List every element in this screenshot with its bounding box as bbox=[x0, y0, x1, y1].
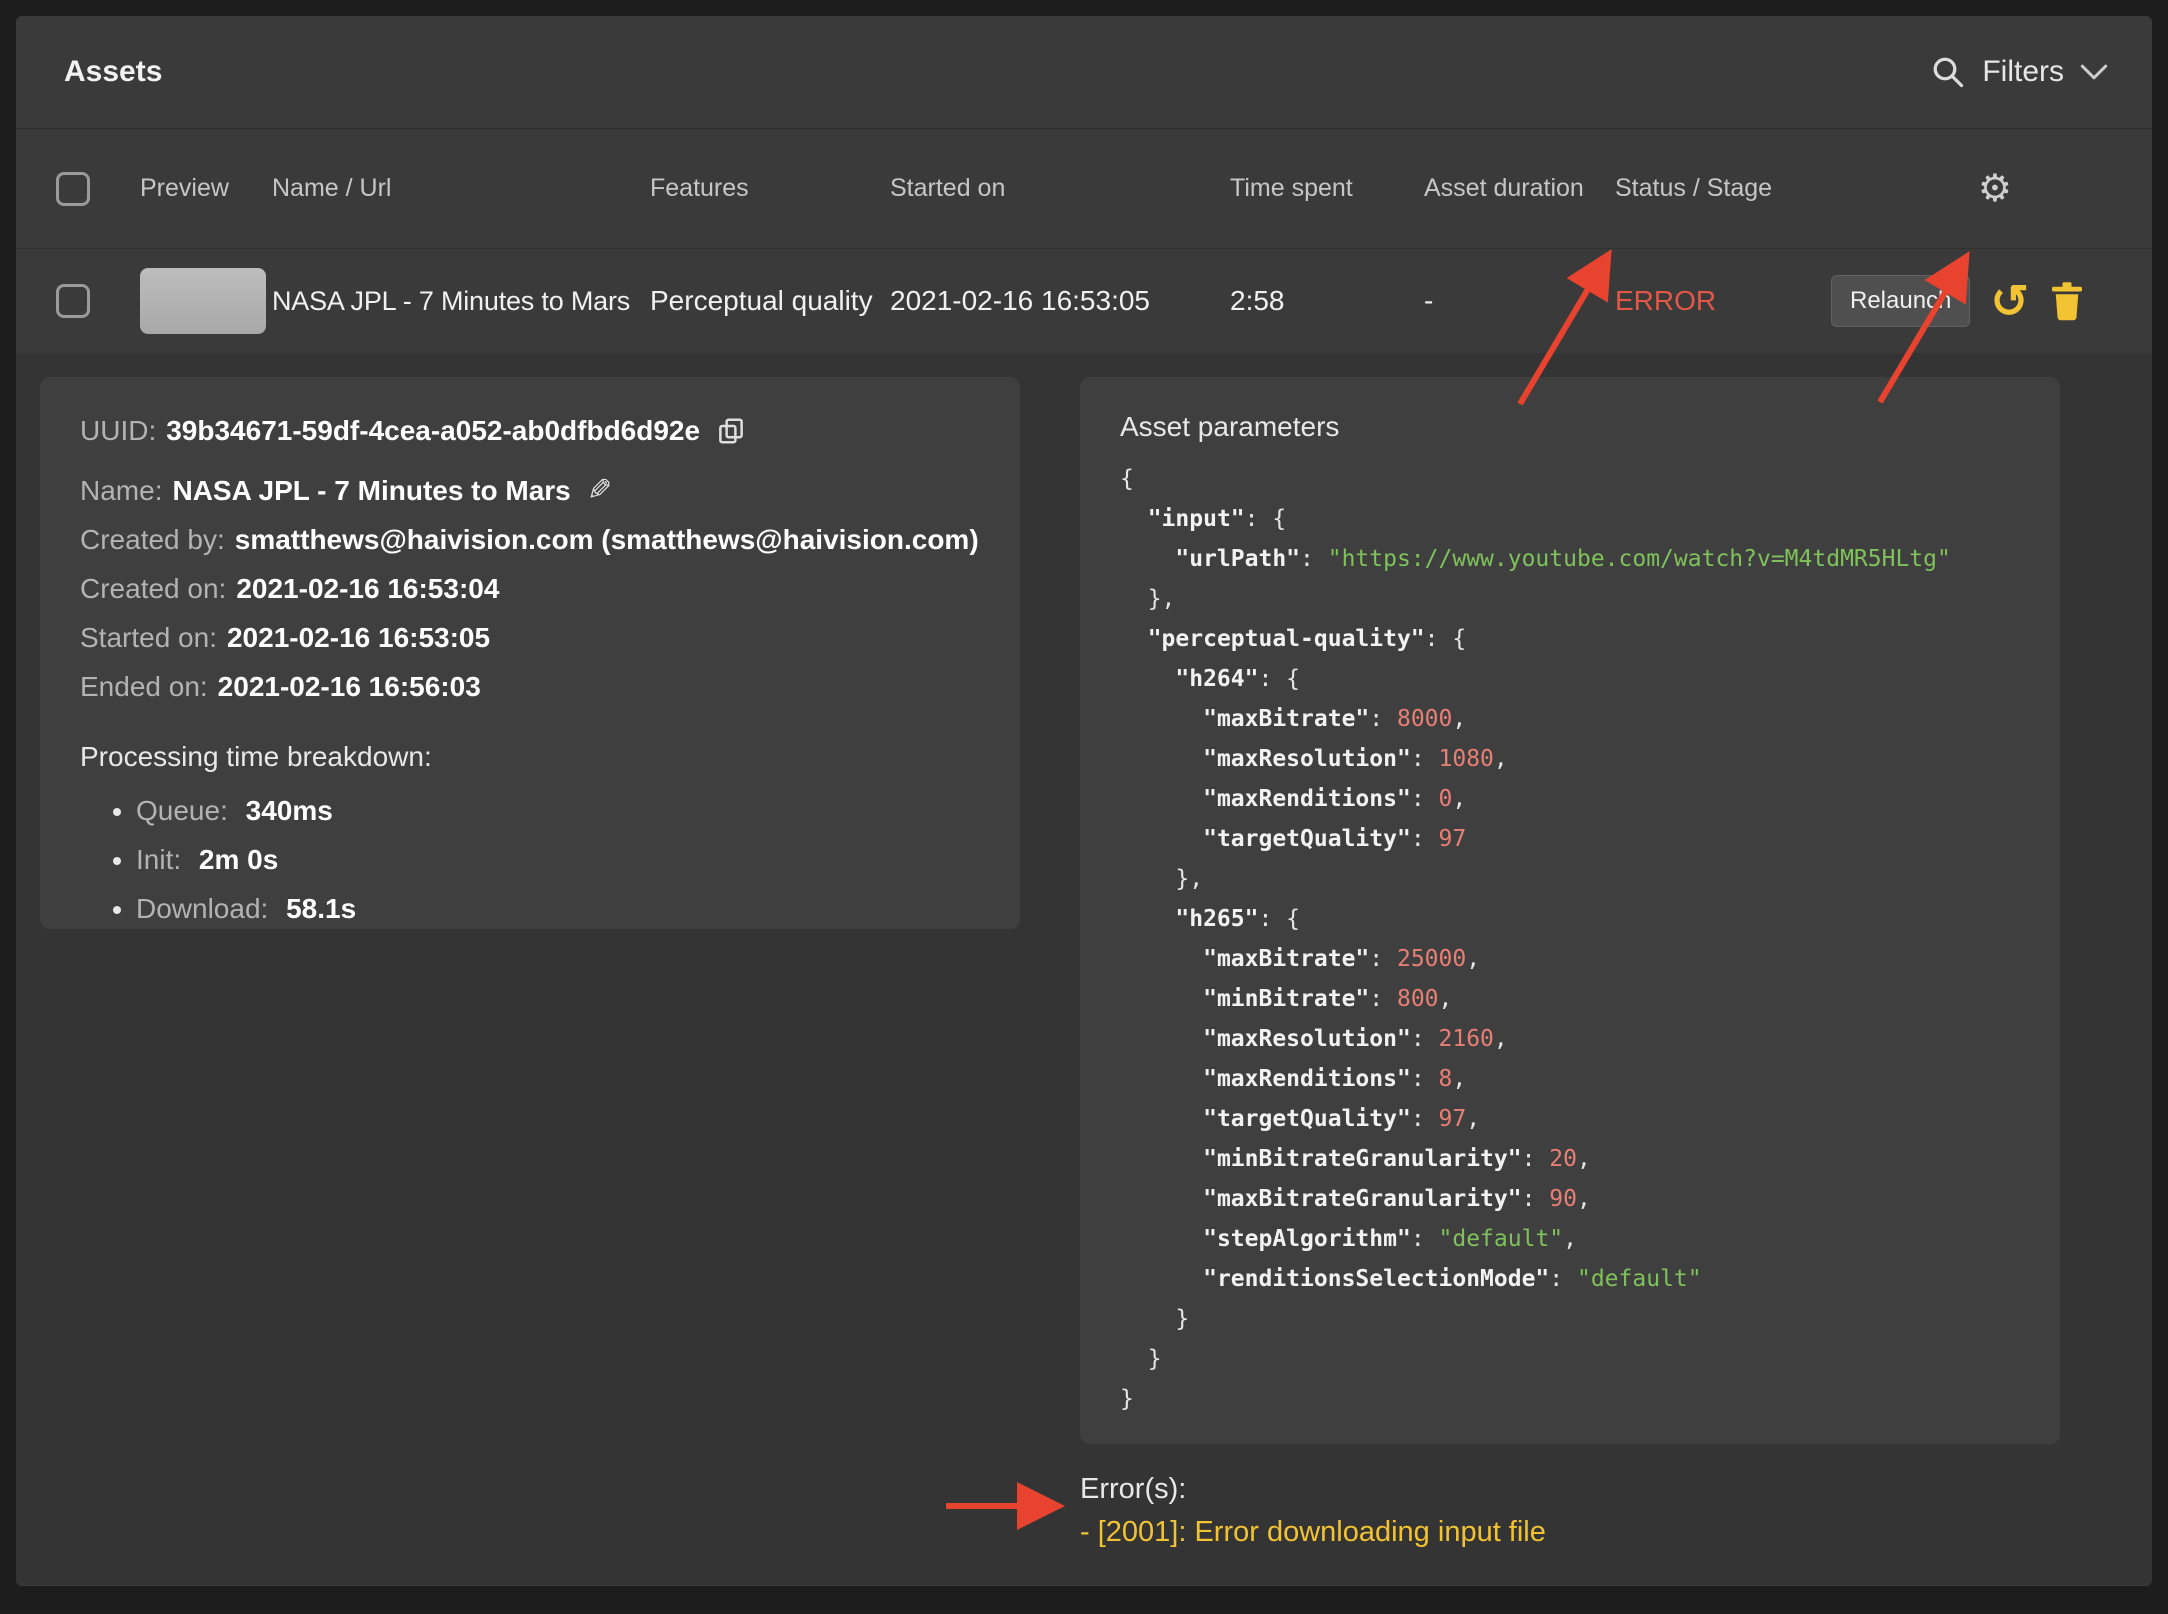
breakdown-item-queue: Queue: 340ms bbox=[136, 791, 980, 831]
detail-created-by: Created by: smatthews@haivision.com (sma… bbox=[80, 520, 980, 560]
page-title: Assets bbox=[64, 55, 162, 89]
assets-page: Assets Filters Preview Name / Url Featur… bbox=[16, 16, 2152, 1586]
filters-label: Filters bbox=[1982, 55, 2064, 89]
row-actions: Relaunch ↺ bbox=[1831, 275, 2085, 327]
expanded-details-section: UUID: 39b34671-59df-4cea-a052-ab0dfbd6d9… bbox=[16, 353, 2152, 1585]
column-header-preview: Preview bbox=[140, 174, 272, 203]
select-all-checkbox[interactable] bbox=[56, 172, 90, 206]
asset-duration: - bbox=[1424, 285, 1615, 317]
errors-block: Error(s): - [2001]: Error downloading in… bbox=[1080, 1473, 1546, 1549]
asset-time-spent: 2:58 bbox=[1230, 285, 1424, 317]
asset-parameters-title: Asset parameters bbox=[1120, 411, 2020, 443]
uuid-value: 39b34671-59df-4cea-a052-ab0dfbd6d92e bbox=[166, 411, 700, 451]
column-header-started-on: Started on bbox=[890, 174, 1230, 203]
breakdown-item-init: Init: 2m 0s bbox=[136, 840, 980, 880]
name-value: NASA JPL - 7 Minutes to Mars bbox=[172, 471, 570, 511]
relaunch-button[interactable]: Relaunch bbox=[1831, 275, 1970, 327]
edit-pencil-icon[interactable]: ✎ bbox=[587, 471, 612, 511]
preview-thumbnail bbox=[140, 268, 266, 334]
settings-gear-icon[interactable]: ⚙ bbox=[1978, 170, 2012, 208]
table-header-row: Preview Name / Url Features Started on T… bbox=[16, 129, 2152, 249]
asset-features: Perceptual quality bbox=[650, 285, 890, 317]
filters-button[interactable]: Filters bbox=[1930, 54, 2108, 90]
error-message: - [2001]: Error downloading input file bbox=[1080, 1516, 1546, 1549]
table-row[interactable]: NASA JPL - 7 Minutes to Mars Perceptual … bbox=[16, 249, 2152, 353]
asset-info-panel: UUID: 39b34671-59df-4cea-a052-ab0dfbd6d9… bbox=[40, 377, 1020, 929]
delete-trash-icon[interactable] bbox=[2049, 281, 2085, 321]
queue-label: Queue: bbox=[136, 795, 228, 826]
copy-icon[interactable] bbox=[716, 416, 746, 446]
download-value: 58.1s bbox=[286, 893, 356, 924]
created-on-label: Created on: bbox=[80, 569, 226, 609]
detail-created-on: Created on: 2021-02-16 16:53:04 bbox=[80, 569, 980, 609]
detail-name: Name: NASA JPL - 7 Minutes to Mars ✎ bbox=[80, 471, 980, 511]
init-value: 2m 0s bbox=[199, 844, 278, 875]
errors-title: Error(s): bbox=[1080, 1473, 1546, 1506]
created-by-value: smatthews@haivision.com (smatthews@haivi… bbox=[235, 520, 979, 560]
started-on-value: 2021-02-16 16:53:05 bbox=[227, 618, 490, 658]
breakdown-list: Queue: 340ms Init: 2m 0s Download: 58.1s bbox=[80, 791, 980, 929]
search-icon bbox=[1930, 54, 1966, 90]
asset-parameters-panel: Asset parameters { "input": { "urlPath":… bbox=[1080, 377, 2060, 1444]
relaunch-undo-icon[interactable]: ↺ bbox=[1990, 278, 2029, 324]
chevron-down-icon bbox=[2080, 63, 2108, 81]
page-header: Assets Filters bbox=[16, 16, 2152, 129]
download-label: Download: bbox=[136, 893, 268, 924]
detail-started-on: Started on: 2021-02-16 16:53:05 bbox=[80, 618, 980, 658]
breakdown-title: Processing time breakdown: bbox=[80, 741, 980, 773]
created-on-value: 2021-02-16 16:53:04 bbox=[236, 569, 499, 609]
created-by-label: Created by: bbox=[80, 520, 225, 560]
init-label: Init: bbox=[136, 844, 181, 875]
detail-uuid: UUID: 39b34671-59df-4cea-a052-ab0dfbd6d9… bbox=[80, 411, 980, 451]
row-checkbox[interactable] bbox=[56, 284, 90, 318]
column-header-status-stage: Status / Stage bbox=[1615, 174, 1831, 203]
asset-started-on: 2021-02-16 16:53:05 bbox=[890, 285, 1230, 317]
status-badge: ERROR bbox=[1615, 285, 1831, 317]
started-on-label: Started on: bbox=[80, 618, 217, 658]
name-label: Name: bbox=[80, 471, 162, 511]
asset-parameters-code: { "input": { "urlPath": "https://www.you… bbox=[1120, 459, 2020, 1419]
column-header-time-spent: Time spent bbox=[1230, 174, 1424, 203]
uuid-label: UUID: bbox=[80, 411, 156, 451]
breakdown-item-download: Download: 58.1s bbox=[136, 889, 980, 929]
ended-on-label: Ended on: bbox=[80, 667, 208, 707]
asset-name: NASA JPL - 7 Minutes to Mars bbox=[272, 286, 650, 317]
column-header-asset-duration: Asset duration bbox=[1424, 174, 1615, 203]
detail-ended-on: Ended on: 2021-02-16 16:56:03 bbox=[80, 667, 980, 707]
ended-on-value: 2021-02-16 16:56:03 bbox=[218, 667, 481, 707]
column-header-features: Features bbox=[650, 174, 890, 203]
column-header-name-url: Name / Url bbox=[272, 174, 650, 203]
queue-value: 340ms bbox=[246, 795, 333, 826]
